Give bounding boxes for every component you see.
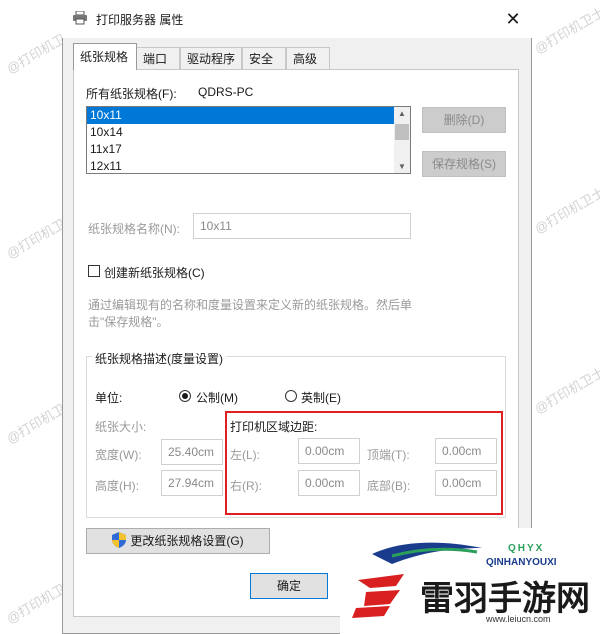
form-name-field[interactable]: 10x11 xyxy=(193,213,411,239)
close-icon[interactable]: ✕ xyxy=(500,6,526,32)
highlight-box xyxy=(225,411,503,515)
list-item[interactable]: 10x11 xyxy=(87,107,410,124)
tab-drivers[interactable]: 驱动程序 xyxy=(180,47,242,69)
description-line-1: 通过编辑现有的名称和度量设置来定义新的纸张规格。然后单 xyxy=(88,298,413,312)
create-new-form-label: 创建新纸张规格(C) xyxy=(104,266,205,280)
logo-mark-icon xyxy=(350,570,412,620)
english-radio[interactable] xyxy=(285,390,297,402)
description-line-2: 击"保存规格"。 xyxy=(88,315,169,329)
scrollbar-thumb[interactable] xyxy=(395,124,409,140)
watermark: @打印机卫士 xyxy=(531,364,600,417)
shield-icon xyxy=(112,532,126,548)
list-item[interactable]: 12x11 xyxy=(87,158,410,173)
forms-on-label: 所有纸张规格(F): xyxy=(86,87,177,101)
ok-button[interactable]: 确定 xyxy=(250,573,328,599)
english-label: 英制(E) xyxy=(301,391,341,405)
width-label: 宽度(W): xyxy=(95,448,142,462)
units-label: 单位: xyxy=(95,391,123,405)
logo-name: 雷羽手游网 xyxy=(420,579,590,619)
forms-listbox[interactable]: 10x11 10x14 11x17 12x11 xyxy=(86,106,411,174)
tab-security[interactable]: 安全 xyxy=(242,47,286,69)
logo-swoosh-icon xyxy=(372,540,482,566)
list-item[interactable]: 10x14 xyxy=(87,124,410,141)
height-label: 高度(H): xyxy=(95,479,139,493)
form-name-label: 纸张规格名称(N): xyxy=(88,222,180,236)
printer-icon xyxy=(72,10,88,25)
delete-button[interactable]: 删除(D) xyxy=(422,107,506,133)
paper-size-label: 纸张大小: xyxy=(95,420,147,434)
create-new-form-checkbox[interactable] xyxy=(88,265,100,277)
logo-brand-text: QINHANYOUXI xyxy=(486,557,557,568)
list-item[interactable]: 11x17 xyxy=(87,141,410,158)
tab-advanced[interactable]: 高级 xyxy=(286,47,330,69)
metric-radio[interactable] xyxy=(179,390,191,402)
tab-forms[interactable]: 纸张规格 xyxy=(73,43,137,70)
width-field[interactable]: 25.40cm xyxy=(161,439,223,465)
metric-label: 公制(M) xyxy=(196,391,238,405)
watermark: @打印机卫士 xyxy=(531,4,600,57)
server-name: QDRS-PC xyxy=(198,85,254,99)
tab-ports[interactable]: 端口 xyxy=(136,47,180,69)
watermark: @打印机卫士 xyxy=(531,184,600,237)
scroll-down-icon[interactable]: ▼ xyxy=(398,162,406,171)
measurements-group-title: 纸张规格描述(度量设置) xyxy=(92,350,226,367)
window-title: 打印服务器 属性 xyxy=(96,13,184,27)
logo-badge: QHYX xyxy=(508,543,545,554)
logo-url: www.leiucn.com xyxy=(486,614,551,624)
scroll-up-icon[interactable]: ▲ xyxy=(398,109,406,118)
height-field[interactable]: 27.94cm xyxy=(161,470,223,496)
save-form-button[interactable]: 保存规格(S) xyxy=(422,151,506,177)
